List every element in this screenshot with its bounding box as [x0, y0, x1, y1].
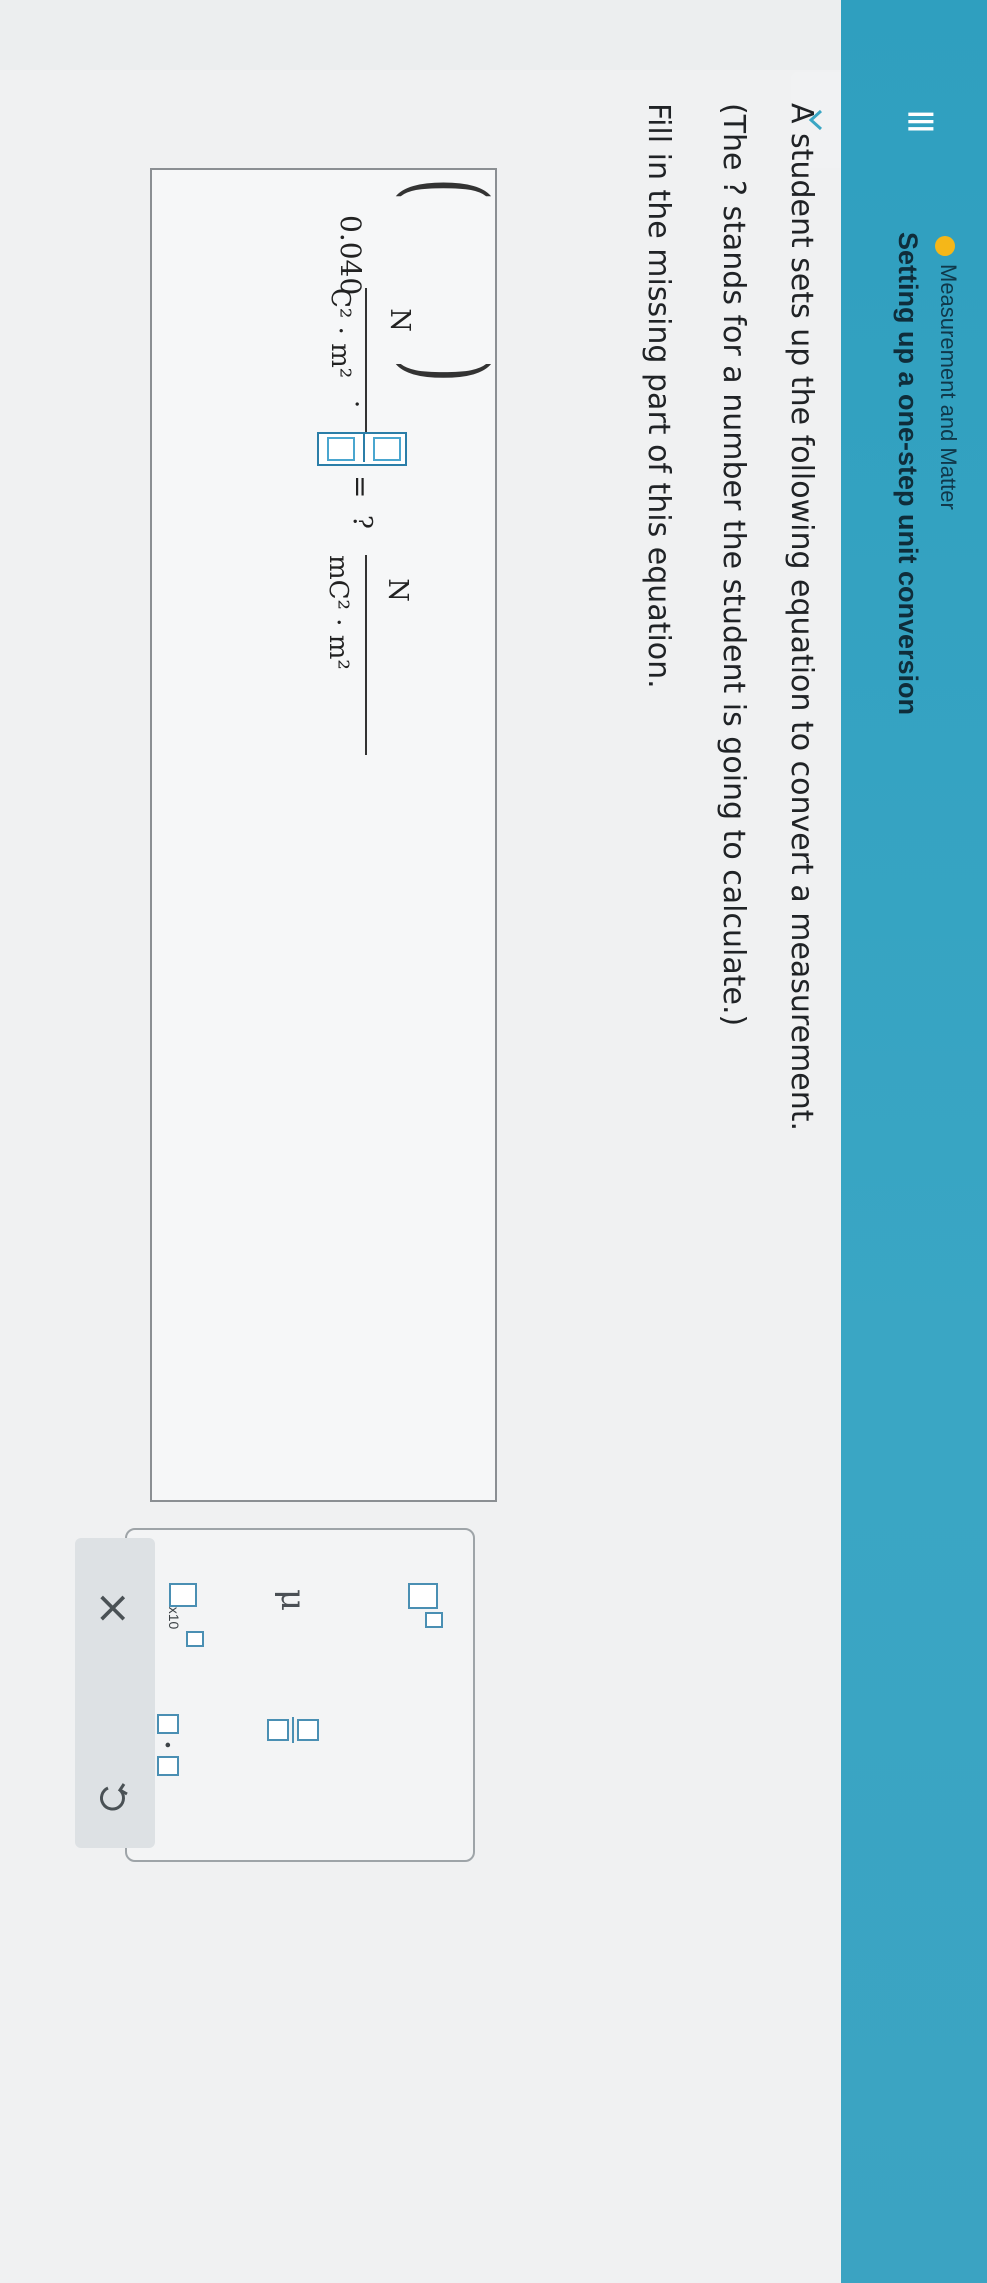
topic-label: Measurement and Matter: [936, 264, 961, 510]
coefficient: 0.040: [334, 215, 367, 296]
question-text: A student sets up the following equation…: [784, 103, 819, 1132]
dot-label: •: [158, 1740, 178, 1750]
fraction-button[interactable]: [263, 1700, 323, 1760]
undo-icon: [100, 1783, 128, 1811]
right-denominator: mC² · m²: [323, 555, 353, 670]
right-fraction-bar: [365, 555, 367, 755]
math-tools-panel: μ x10 •: [125, 1528, 475, 1862]
multiply-dot: ·: [341, 400, 371, 409]
mu-button[interactable]: μ: [263, 1570, 323, 1630]
fraction-input-slot[interactable]: [317, 432, 407, 466]
right-numerator: N: [382, 578, 413, 602]
right-paren: ): [387, 360, 509, 383]
menu-icon[interactable]: ≡: [891, 92, 951, 152]
topic-status-dot: [935, 236, 955, 256]
question-instruction: Fill in the missing part of this equatio…: [641, 103, 676, 689]
x10-label: x10: [166, 1606, 182, 1630]
question-note: (The ? stands for a number the student i…: [716, 103, 751, 1027]
undo-button[interactable]: [79, 1763, 149, 1833]
app-frame: ≡ Measurement and Matter Setting up a on…: [0, 0, 987, 2283]
answer-area[interactable]: ( 0.040 N C² · m² ) · = ? N mC² · m²: [150, 168, 509, 1502]
left-denominator: C² · m²: [325, 288, 355, 379]
equals-sign: =: [344, 475, 377, 499]
slot-fraction-bar: [363, 434, 365, 462]
left-numerator: N: [384, 308, 415, 332]
page-title: Setting up a one-step unit conversion: [893, 232, 923, 716]
unknown-value: ?: [347, 515, 377, 529]
scientific-notation-button[interactable]: x10: [153, 1570, 213, 1660]
top-header: ≡ Measurement and Matter Setting up a on…: [841, 0, 987, 2283]
superscript-button[interactable]: [393, 1570, 453, 1640]
clear-button[interactable]: ×: [79, 1573, 149, 1643]
left-paren: (: [387, 178, 509, 201]
